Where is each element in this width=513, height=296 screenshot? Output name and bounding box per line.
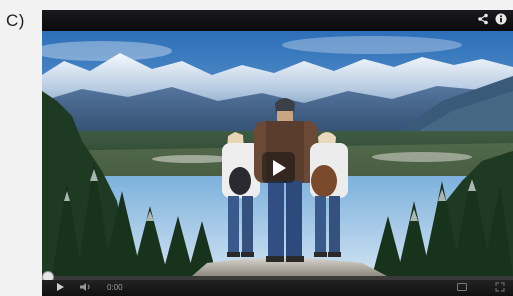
share-icon[interactable] <box>477 13 489 25</box>
volume-icon[interactable] <box>79 282 93 292</box>
video-player[interactable]: 0:00 <box>42 10 513 296</box>
figure-label: C) <box>6 11 25 30</box>
player-top-bar <box>42 10 513 31</box>
play-icon[interactable] <box>56 282 65 292</box>
player-controls: 0:00 <box>42 280 513 296</box>
page: C) 0:00 <box>0 0 513 296</box>
play-icon <box>272 159 286 176</box>
play-overlay-button[interactable] <box>262 152 295 183</box>
time-display: 0:00 <box>107 282 123 292</box>
video-frame[interactable] <box>42 31 513 276</box>
top-bar-icons <box>477 13 507 25</box>
info-icon[interactable] <box>495 13 507 25</box>
controls-left: 0:00 <box>56 282 123 292</box>
fullscreen-icon[interactable] <box>495 282 505 292</box>
controls-right <box>457 282 505 292</box>
captions-icon[interactable] <box>457 283 467 291</box>
